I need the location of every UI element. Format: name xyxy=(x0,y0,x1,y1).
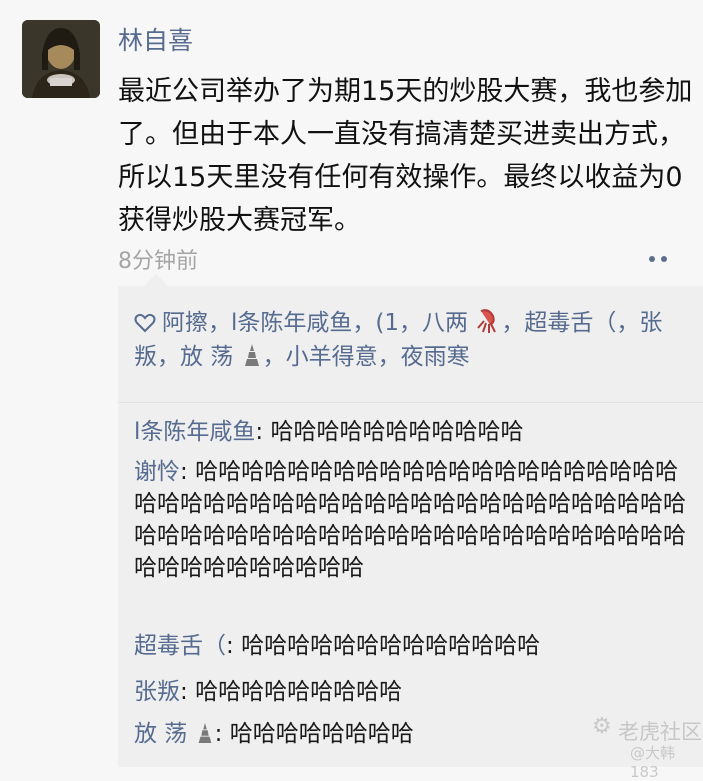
comment-text: 哈哈哈哈哈哈哈哈 xyxy=(229,721,414,747)
comment-author[interactable]: 超毒舌（ xyxy=(134,633,226,659)
tower-emoji-icon xyxy=(244,344,259,366)
comment-text: 哈哈哈哈哈哈哈哈哈 xyxy=(195,679,403,705)
likes-names-part3[interactable]: ，小羊得意，夜雨寒 xyxy=(263,344,470,370)
likes-list: 阿擦，l条陈年咸鱼，(1，八两 ，超毒舌（，张叛，放 荡 ，小羊得意，夜雨寒 xyxy=(134,306,692,374)
post-timestamp: 8分钟前 xyxy=(118,249,198,274)
more-dot-icon xyxy=(649,256,655,262)
comment-separator: : xyxy=(226,633,242,659)
comment-author[interactable]: 放 荡 xyxy=(134,721,187,747)
likes-divider xyxy=(118,402,703,403)
watermark-sub-text: @大韩183 xyxy=(630,744,676,781)
more-dot-icon xyxy=(661,256,667,262)
comment-item[interactable]: 谢怜: 哈哈哈哈哈哈哈哈哈哈哈哈哈哈哈哈哈哈哈哈哈哈哈哈哈哈哈哈哈哈哈哈哈哈哈哈… xyxy=(134,456,694,584)
comment-item[interactable]: l条陈年咸鱼: 哈哈哈哈哈哈哈哈哈哈哈 xyxy=(134,416,694,448)
comments-section: 阿擦，l条陈年咸鱼，(1，八两 ，超毒舌（，张叛，放 荡 ，小羊得意，夜雨寒 l… xyxy=(118,274,703,767)
more-options-button[interactable] xyxy=(636,244,680,274)
comment-author[interactable]: 张叛 xyxy=(134,679,180,705)
watermark: ⚙ 老虎社区 @大韩183 xyxy=(592,714,702,781)
watermark-logo-icon: ⚙ xyxy=(592,714,612,739)
moment-post: 林自喜 最近公司举办了为期15天的炒股大赛，我也参加了。但由于本人一直没有搞清楚… xyxy=(0,0,703,781)
comment-text: 哈哈哈哈哈哈哈哈哈哈哈哈哈 xyxy=(241,633,541,659)
comment-text: 哈哈哈哈哈哈哈哈哈哈哈哈哈哈哈哈哈哈哈哈哈哈哈哈哈哈哈哈哈哈哈哈哈哈哈哈哈哈哈哈… xyxy=(134,459,686,581)
likes-names-part1[interactable]: 阿擦，l条陈年咸鱼，(1，八两 xyxy=(162,310,468,336)
comment-author[interactable]: 谢怜 xyxy=(134,459,180,485)
comment-separator: : xyxy=(180,679,196,705)
heart-outline-icon xyxy=(134,313,156,333)
avatar[interactable] xyxy=(22,20,100,98)
squid-emoji-icon xyxy=(477,309,497,333)
comment-item[interactable]: 超毒舌（: 哈哈哈哈哈哈哈哈哈哈哈哈哈 xyxy=(134,630,694,662)
comment-separator: : xyxy=(180,459,196,485)
tower-emoji-icon xyxy=(198,723,211,743)
comment-author[interactable]: l条陈年咸鱼 xyxy=(134,419,255,445)
comment-separator: : xyxy=(255,419,271,445)
post-content: 最近公司举办了为期15天的炒股大赛，我也参加了。但由于本人一直没有搞清楚买进卖出… xyxy=(118,76,693,236)
author-name[interactable]: 林自喜 xyxy=(118,26,193,56)
comment-text: 哈哈哈哈哈哈哈哈哈哈哈 xyxy=(270,419,524,445)
comment-item[interactable]: 张叛: 哈哈哈哈哈哈哈哈哈 xyxy=(134,676,694,708)
avatar-portrait-image xyxy=(22,20,100,98)
comment-separator: : xyxy=(214,721,230,747)
